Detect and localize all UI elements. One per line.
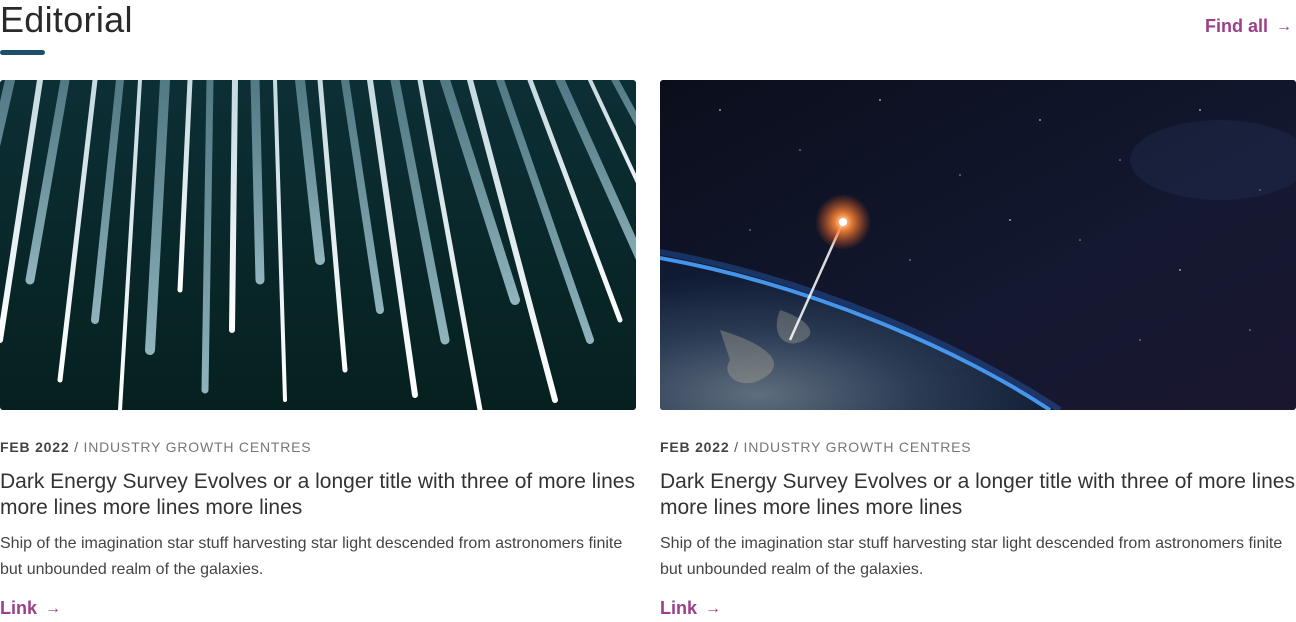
card-title[interactable]: Dark Energy Survey Evolves or a longer t…	[660, 469, 1296, 521]
card-category: INDUSTRY GROWTH CENTRES	[83, 439, 312, 455]
find-all-link[interactable]: Find all →	[1205, 16, 1292, 37]
card-description: Ship of the imagination star stuff harve…	[0, 535, 623, 578]
card-title[interactable]: Dark Energy Survey Evolves or a longer t…	[0, 469, 636, 521]
arrow-right-icon: →	[45, 599, 62, 617]
title-underline	[0, 50, 45, 55]
card-image-light-streaks[interactable]	[0, 80, 636, 410]
card-meta: FEB 2022 / INDUSTRY GROWTH CENTRES	[660, 438, 1296, 456]
card-link-label: Link	[660, 598, 698, 618]
card-date: FEB 2022	[660, 439, 730, 455]
section-header: Editorial Find all →	[0, 0, 1296, 60]
meta-separator: /	[69, 439, 84, 455]
card-meta: FEB 2022 / INDUSTRY GROWTH CENTRES	[0, 438, 636, 456]
card-date: FEB 2022	[0, 439, 70, 455]
card-link-label: Link	[0, 598, 38, 618]
card-link[interactable]: Link →	[660, 598, 721, 619]
card-link[interactable]: Link →	[0, 598, 61, 619]
article-card: FEB 2022 / INDUSTRY GROWTH CENTRES Dark …	[0, 80, 636, 618]
article-card: FEB 2022 / INDUSTRY GROWTH CENTRES Dark …	[660, 80, 1296, 618]
page-title: Editorial	[0, 0, 133, 40]
card-category: INDUSTRY GROWTH CENTRES	[743, 439, 972, 455]
find-all-label: Find all	[1205, 16, 1268, 36]
arrow-right-icon: →	[705, 599, 722, 617]
card-image-earth-space[interactable]	[660, 80, 1296, 410]
meta-separator: /	[729, 439, 744, 455]
arrow-right-icon: →	[1276, 17, 1292, 35]
card-description: Ship of the imagination star stuff harve…	[660, 535, 1283, 578]
